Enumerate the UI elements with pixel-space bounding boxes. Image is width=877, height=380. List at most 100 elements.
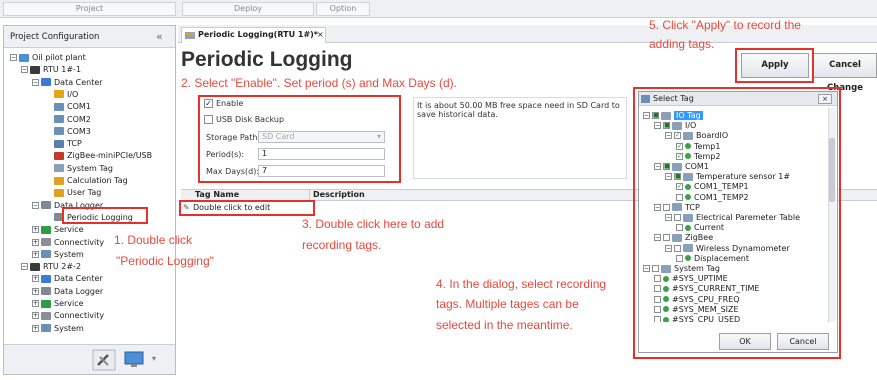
periodic-logging-highlight-box (62, 207, 148, 224)
grid-row-highlight-box (179, 200, 315, 216)
annotation-step4-line2: tags. Multiple tages can be (436, 297, 579, 311)
annotation-step1-line2: "Periodic Logging" (116, 254, 214, 268)
user-tag-icon (54, 188, 64, 197)
annotation-step5-line2: adding tags. (649, 37, 715, 51)
data-logger-icon (41, 287, 51, 296)
chevron-down-icon[interactable]: ▾ (152, 354, 156, 363)
tree-item[interactable]: I/O (43, 89, 78, 100)
column-description[interactable]: Description (313, 190, 365, 200)
system-tag-icon (54, 164, 64, 173)
tree-item-label: Oil pilot plant (32, 53, 86, 62)
system-icon (41, 250, 51, 259)
tree-item[interactable]: − RTU 2#-2 (21, 261, 81, 272)
info-box: It is about 50.00 MB free space need in … (413, 97, 627, 179)
annotation-step5-line1: 5. Click "Apply" to record the (649, 18, 801, 32)
tree-item[interactable]: System Tag (43, 163, 113, 174)
tools-icon[interactable] (92, 349, 116, 371)
tree-item[interactable]: + Connectivity (32, 310, 104, 321)
collapse-icon[interactable]: − (32, 78, 39, 86)
annotation-step4-line1: 4. In the dialog, select recording (436, 277, 607, 291)
device-icon (30, 65, 40, 74)
expand-icon[interactable]: + (32, 300, 39, 307)
option-label: Option (329, 4, 357, 13)
service-icon (41, 299, 51, 308)
form-highlight-box (198, 95, 401, 183)
tree-item-label: Service (54, 299, 84, 308)
tree-item[interactable]: + Service (32, 224, 84, 235)
tree-item-label: COM3 (67, 126, 91, 136)
com-icon (54, 115, 64, 123)
column-divider (309, 190, 310, 200)
tree-item[interactable]: User Tag (43, 187, 101, 198)
tree-item[interactable]: + Data Logger (32, 286, 103, 297)
periodic-logging-icon (185, 32, 195, 39)
tree-item-label: ZigBee-miniPCIe/USB (67, 151, 153, 161)
tree-item[interactable]: − Oil pilot plant (10, 52, 86, 63)
tab-close-icon[interactable]: × (317, 28, 324, 42)
annotation-step4-line3: selected in the meantime. (436, 318, 573, 332)
tree-item-label: RTU 2#-2 (43, 262, 82, 272)
tree-item[interactable]: + System (32, 323, 84, 334)
expand-icon[interactable]: + (32, 312, 39, 320)
tree-item[interactable]: COM2 (43, 114, 91, 125)
expand-icon[interactable]: + (32, 324, 39, 332)
expand-icon[interactable]: + (32, 226, 39, 234)
expand-icon[interactable]: + (32, 250, 39, 258)
deploy-label: Deploy (233, 4, 262, 13)
panel-footer: ▾ (4, 344, 175, 374)
expand-icon[interactable]: + (32, 287, 39, 295)
expand-icon[interactable]: + (32, 238, 39, 246)
apply-highlight-box (735, 48, 814, 83)
panel-title: Project Configuration (10, 32, 100, 42)
annotation-step2: 2. Select "Enable". Set period (s) and M… (181, 76, 457, 90)
tree-item-label: System (54, 249, 84, 259)
tree-item-label: COM1 (67, 102, 91, 112)
device-icon (30, 262, 40, 271)
tree-item-label: Data Center (54, 274, 103, 284)
monitor-icon[interactable] (124, 351, 144, 369)
project-tab-button[interactable]: Project (3, 2, 176, 16)
project-configuration-panel: Project Configuration « − Oil pilot plant… (3, 25, 176, 375)
tree-item[interactable]: COM3 (43, 126, 91, 137)
tree-item[interactable]: + Data Center (32, 273, 103, 284)
deploy-tab-button[interactable]: Deploy (182, 2, 314, 16)
tree-item[interactable]: + Connectivity (32, 237, 104, 248)
option-tab-button[interactable]: Option (316, 2, 370, 16)
calculation-tag-icon (54, 176, 64, 185)
system-icon (41, 324, 51, 333)
com-icon (54, 127, 64, 136)
project-label: Project (75, 4, 104, 13)
tree-item[interactable]: − Data Center (32, 77, 103, 88)
tree-item[interactable]: + Service (32, 298, 84, 309)
dialog-highlight-box (633, 87, 841, 359)
tree-item[interactable]: − RTU 1#-1 (21, 64, 81, 75)
cancel-change-button[interactable]: Cancel Change (813, 53, 877, 93)
collapse-icon[interactable]: − (21, 66, 28, 74)
tree-item[interactable]: + System (32, 249, 84, 260)
tree-item-label: Data Center (54, 77, 103, 87)
tree-item[interactable]: Calculation Tag (43, 175, 128, 186)
tree-item-label: Connectivity (54, 311, 105, 321)
collapse-icon[interactable]: − (10, 54, 17, 61)
info-text: It is about 50.00 MB free space need in … (417, 101, 620, 119)
tab-periodic-logging[interactable]: Periodic Logging(RTU 1#)* × (181, 27, 326, 43)
collapse-panel-icon[interactable]: « (156, 30, 163, 43)
connectivity-icon (41, 238, 51, 246)
tree-item-label: System (54, 323, 84, 333)
tree-item-label: System Tag (67, 163, 113, 173)
panel-header: Project Configuration « (4, 26, 175, 48)
tree-item[interactable]: ZigBee-miniPCIe/USB (43, 150, 152, 161)
project-icon (19, 53, 29, 62)
tree-item[interactable]: TCP (43, 138, 82, 149)
tree-item-label: User Tag (67, 188, 102, 198)
data-center-icon (41, 78, 51, 87)
io-icon (54, 90, 64, 99)
expand-icon[interactable]: + (32, 275, 39, 283)
connectivity-icon (41, 311, 51, 320)
collapse-icon[interactable]: − (21, 263, 28, 271)
tree-item-label: Connectivity (54, 237, 105, 247)
tree-item[interactable]: COM1 (43, 101, 91, 112)
collapse-icon[interactable]: − (32, 201, 39, 209)
tree-item-label: Data Logger (54, 286, 104, 296)
column-tag-name[interactable]: Tag Name (195, 190, 239, 200)
